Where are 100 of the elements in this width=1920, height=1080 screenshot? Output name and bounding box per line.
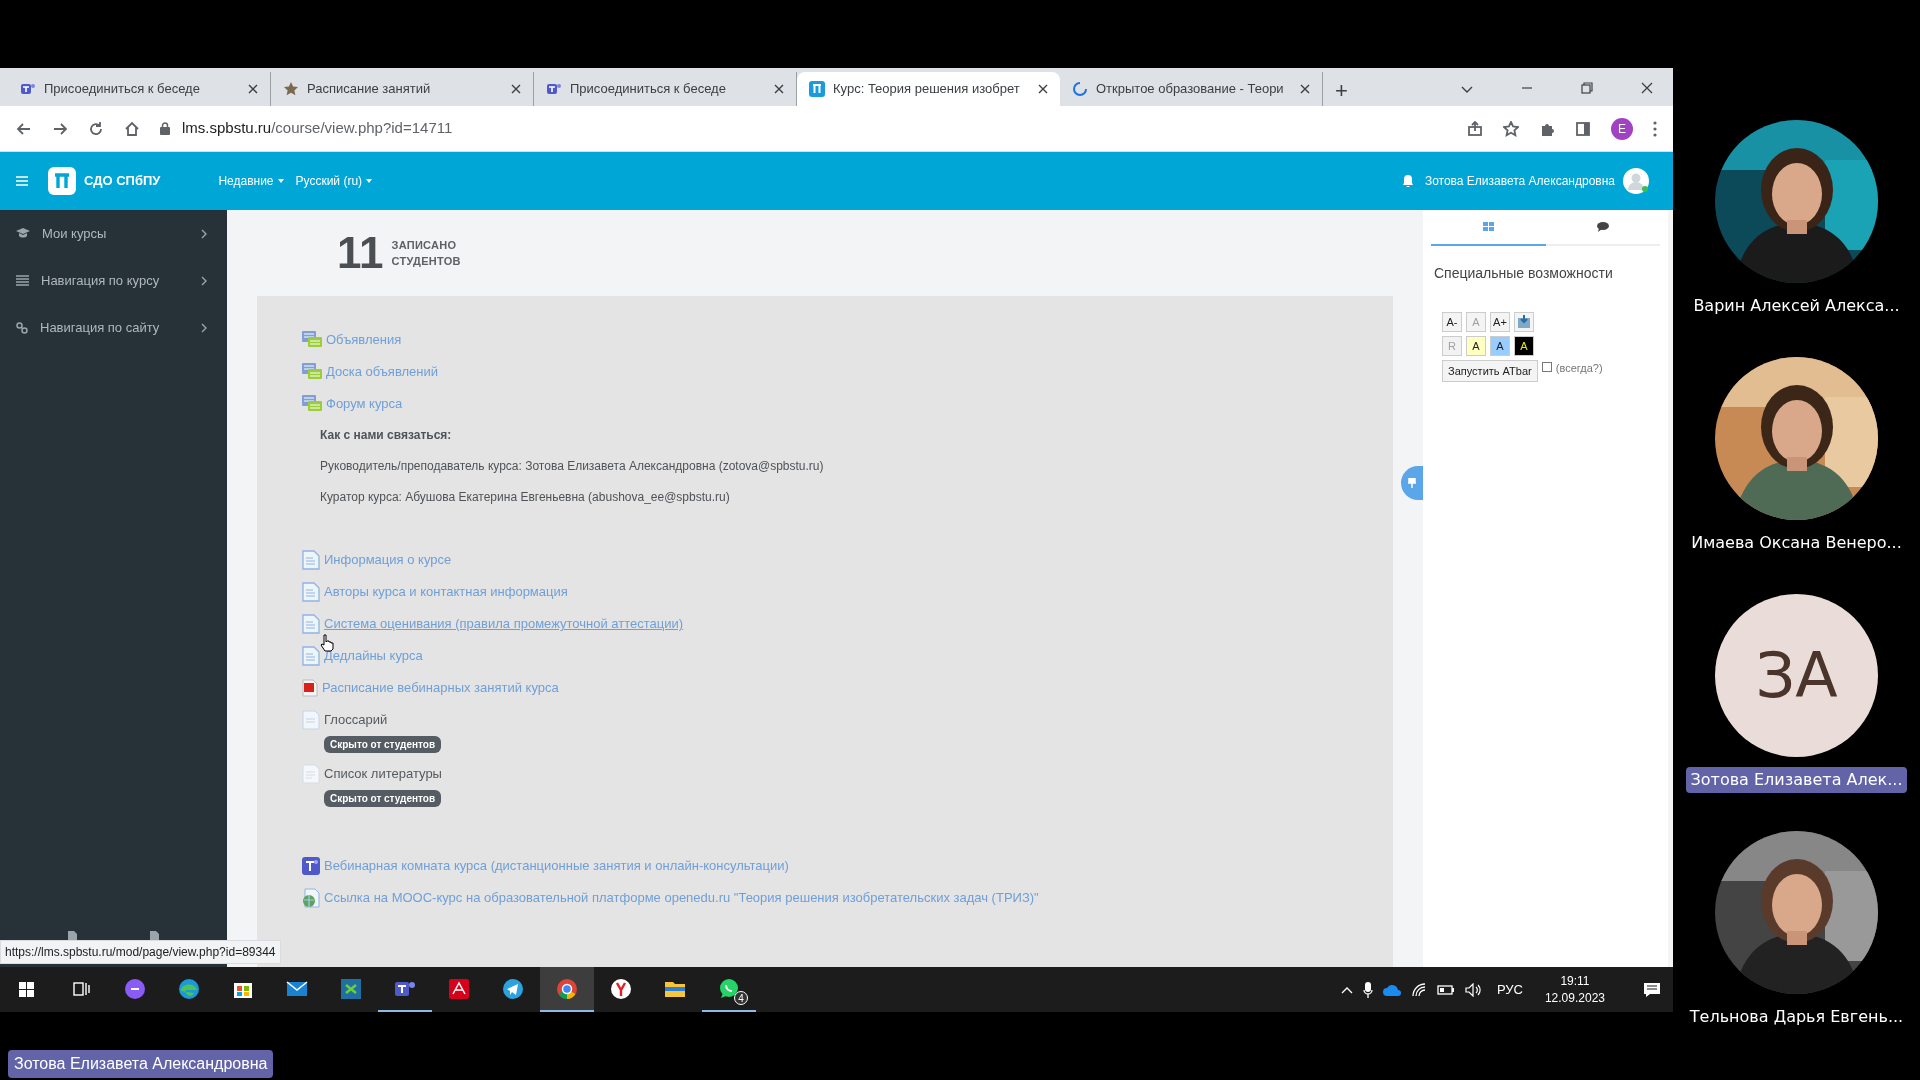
- bookmark-star-icon[interactable]: [1503, 120, 1519, 137]
- pin-icon: [1408, 478, 1416, 488]
- battery-icon[interactable]: [1436, 984, 1455, 995]
- restore-icon[interactable]: [1581, 82, 1593, 94]
- voice-assistant-icon: [123, 976, 147, 1001]
- save-button[interactable]: [1514, 312, 1534, 332]
- lock-icon: [160, 122, 170, 135]
- link-icon: [16, 321, 28, 334]
- globe-page-icon: [302, 888, 320, 908]
- wifi-icon[interactable]: [1410, 982, 1427, 997]
- colour-scheme-button[interactable]: A: [1514, 336, 1534, 356]
- spreadsheet-icon: [339, 976, 363, 1001]
- forum-icon: [302, 395, 322, 413]
- notifications-icon[interactable]: [1643, 981, 1661, 998]
- colour-scheme-button[interactable]: A: [1466, 336, 1486, 356]
- menu-icon[interactable]: [1653, 120, 1657, 137]
- close-icon[interactable]: [511, 84, 521, 94]
- page-icon: [302, 550, 320, 570]
- browser-tab[interactable]: Курс: Теория решения изобрет: [797, 72, 1060, 106]
- sidebar-item[interactable]: Навигация по курсу: [0, 257, 227, 304]
- close-icon[interactable]: [1641, 82, 1653, 94]
- cloud-icon[interactable]: [1382, 983, 1401, 996]
- chevron-right-icon: [201, 228, 207, 239]
- hidden-badge: Скрыто от студентов: [324, 790, 442, 807]
- side-panel-icon[interactable]: [1575, 120, 1591, 137]
- notification-badge: 4: [734, 991, 748, 1005]
- grid-icon: [1482, 222, 1494, 232]
- browser-icon: [609, 976, 633, 1001]
- student-count: 11: [337, 231, 384, 275]
- hidden-badge: Скрыто от студентов: [324, 736, 442, 753]
- sidebar-item[interactable]: Мои курсы: [0, 210, 227, 257]
- clock[interactable]: 19:11 12.09.2023: [1544, 972, 1605, 1007]
- tab-search-icon[interactable]: [1461, 86, 1473, 94]
- home-icon[interactable]: [124, 120, 140, 137]
- status-url: https://lms.spbstu.ru/mod/page/view.php?id=89344: [0, 940, 281, 964]
- chevron-up-icon[interactable]: [1340, 985, 1353, 994]
- checkbox-label: (всегда?): [1555, 361, 1603, 376]
- presenter-name: Зотова Елизавета Александровна: [8, 1050, 274, 1078]
- graduation-cap-icon: [16, 228, 30, 239]
- contact-text: Руководитель/преподаватель курса: Зотова Елизавета Александровна (zotova@spbstu.ru): [320, 458, 825, 475]
- contact-heading: Как с нами связаться:: [320, 427, 453, 444]
- list-icon: [16, 275, 29, 286]
- count-label: ЗАПИСАНО: [391, 238, 458, 253]
- page-icon: [302, 614, 320, 634]
- logo-icon: [48, 167, 76, 195]
- comment-icon: [1596, 222, 1609, 232]
- participant-name: Тельнова Дарья Евгень...: [1688, 1006, 1905, 1028]
- close-icon[interactable]: [1300, 84, 1310, 94]
- back-icon[interactable]: [16, 120, 32, 137]
- book-icon: [302, 764, 320, 784]
- pdf-file-icon: [302, 679, 318, 697]
- address-field[interactable]: lms.spbstu.ru/course/view.php?id=14711: [182, 117, 453, 140]
- forum-icon: [302, 331, 322, 349]
- participant-name: Зотова Елизавета Алек...: [1685, 767, 1908, 793]
- launch-button[interactable]: Запустить ATbar: [1442, 360, 1538, 382]
- forward-icon[interactable]: [52, 120, 68, 137]
- chat-app-icon: [20, 81, 36, 97]
- block-title: Специальные возможности: [1434, 264, 1614, 283]
- chat-app-icon: [302, 857, 320, 875]
- microphone-icon[interactable]: [1362, 981, 1373, 998]
- sidebar-item[interactable]: Навигация по сайту: [0, 304, 227, 351]
- caret-icon: [366, 179, 373, 183]
- loading-icon: [1072, 81, 1088, 97]
- pointer-cursor-icon: [320, 634, 334, 652]
- activity-link[interactable]: Глоссарий: [324, 710, 388, 730]
- pdf-reader-icon: [447, 976, 471, 1001]
- chevron-right-icon: [201, 322, 207, 333]
- contact-text: Куратор курса: Абушова Екатерина Евгеньевна (abushova_ee@spbstu.ru): [320, 489, 731, 506]
- paper-plane-icon: [501, 976, 525, 1001]
- page-icon: [302, 582, 320, 602]
- browser-icon: [555, 976, 579, 1001]
- checkbox[interactable]: [1541, 362, 1552, 372]
- glossary-icon: [302, 710, 320, 730]
- language-indicator[interactable]: РУС: [1496, 979, 1523, 1000]
- forum-icon: [302, 363, 322, 381]
- taskbar-button[interactable]: [540, 967, 594, 1012]
- save-icon: [1517, 315, 1531, 329]
- reload-icon[interactable]: [88, 120, 104, 137]
- text-size-button[interactable]: A-: [1442, 312, 1462, 332]
- chevron-right-icon: [201, 275, 207, 286]
- count-label: СТУДЕНТОВ: [391, 254, 461, 269]
- page-icon: [302, 646, 320, 666]
- close-icon[interactable]: [1038, 84, 1048, 94]
- bell-icon[interactable]: [1402, 175, 1413, 187]
- activity-link[interactable]: Список литературы: [324, 764, 442, 784]
- chat-app-icon: [546, 81, 562, 97]
- logo-icon: [809, 81, 825, 97]
- new-tab-button[interactable]: +: [1335, 80, 1348, 102]
- close-icon[interactable]: [248, 84, 258, 94]
- avatar-icon[interactable]: [1623, 168, 1649, 194]
- participant-name: Варин Алексей Алекса...: [1692, 295, 1901, 317]
- participant-name: Имаева Оксана Венеро...: [1690, 532, 1903, 554]
- text-size-button[interactable]: A+: [1490, 312, 1510, 332]
- avatar: ЗА: [1715, 594, 1878, 757]
- close-icon[interactable]: [774, 84, 784, 94]
- colour-scheme-button[interactable]: A: [1490, 336, 1510, 356]
- profile-button[interactable]: E: [1611, 117, 1633, 140]
- taskbar-button[interactable]: 4: [702, 967, 756, 1012]
- share-icon[interactable]: [1467, 120, 1483, 137]
- volume-icon[interactable]: [1464, 982, 1483, 997]
